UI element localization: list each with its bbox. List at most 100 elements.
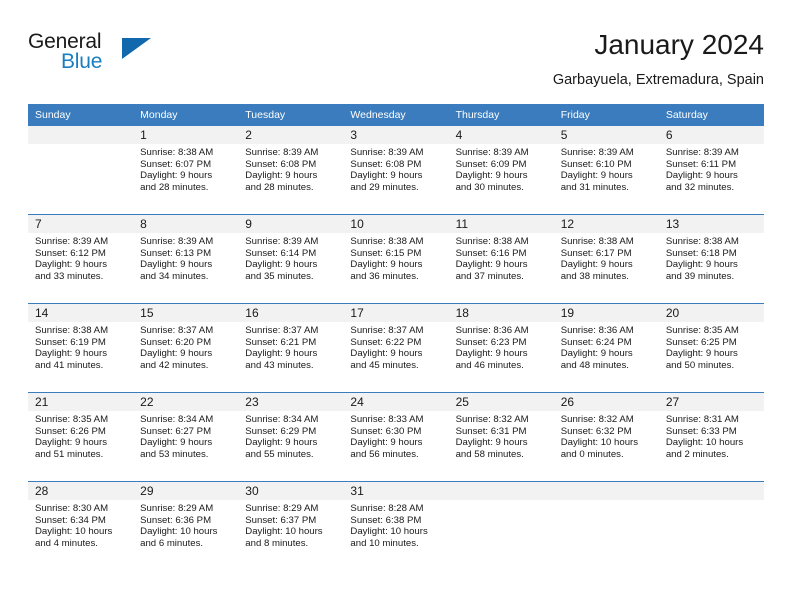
day-detail-daylight1: Daylight: 9 hours — [350, 348, 423, 360]
calendar-day-cell[interactable]: 30 Sunrise: 8:29 AM Sunset: 6:37 PM Dayligh… — [238, 481, 344, 570]
page-subtitle: Garbayuela, Extremadura, Spain — [552, 72, 764, 88]
calendar-day-cell[interactable]: 16 Sunrise: 8:37 AM Sunset: 6:21 PM Dayligh… — [238, 303, 344, 393]
day-detail-daylight2: and 53 minutes. — [140, 448, 209, 460]
day-detail-daylight2: and 48 minutes. — [560, 359, 629, 371]
calendar-day-cell[interactable]: 21 Sunrise: 8:35 AM Sunset: 6:26 PM Dayligh… — [28, 392, 134, 482]
calendar-day-cell[interactable]: 18 Sunrise: 8:36 AM Sunset: 6:23 PM Dayligh… — [448, 303, 554, 393]
calendar-day-cell[interactable]: 1 Sunrise: 8:38 AM Sunset: 6:07 PM Daylight… — [133, 126, 239, 215]
day-number — [28, 126, 134, 144]
day-details: Sunrise: 8:38 AM Sunset: 6:16 PM Daylight:… — [449, 233, 554, 282]
calendar-day-cell[interactable]: 28 Sunrise: 8:30 AM Sunset: 6:34 PM Dayligh… — [28, 481, 134, 570]
general-blue-logo[interactable]: General Blue — [28, 30, 158, 82]
day-cell-inner: 4 Sunrise: 8:39 AM Sunset: 6:09 PM Daylight… — [448, 126, 554, 214]
day-details: Sunrise: 8:39 AM Sunset: 6:08 PM Daylight:… — [238, 144, 343, 193]
day-detail-sunrise: Sunrise: 8:38 AM — [665, 236, 739, 247]
calendar-day-cell[interactable]: 26 Sunrise: 8:32 AM Sunset: 6:32 PM Dayligh… — [553, 392, 659, 482]
day-detail-sunset: Sunset: 6:37 PM — [245, 514, 317, 526]
day-detail-sunset: Sunset: 6:29 PM — [245, 425, 317, 437]
calendar-day-cell[interactable]: 5 Sunrise: 8:39 AM Sunset: 6:10 PM Daylight… — [553, 126, 659, 215]
calendar-day-cell[interactable]: 17 Sunrise: 8:37 AM Sunset: 6:22 PM Dayligh… — [343, 303, 449, 393]
day-number — [658, 482, 764, 500]
day-detail-sunrise: Sunrise: 8:39 AM — [665, 147, 739, 158]
day-number: 6 — [658, 126, 764, 144]
day-detail-daylight2: and 6 minutes. — [140, 537, 204, 549]
calendar-day-cell[interactable]: 29 Sunrise: 8:29 AM Sunset: 6:36 PM Dayligh… — [133, 481, 239, 570]
day-cell-inner — [448, 482, 554, 570]
day-detail-daylight2: and 58 minutes. — [455, 448, 524, 460]
day-details: Sunrise: 8:35 AM Sunset: 6:25 PM Daylight:… — [659, 322, 764, 371]
day-details: Sunrise: 8:39 AM Sunset: 6:10 PM Daylight:… — [554, 144, 659, 193]
calendar-day-cell[interactable]: 15 Sunrise: 8:37 AM Sunset: 6:20 PM Dayligh… — [133, 303, 239, 393]
calendar-day-cell[interactable]: 6 Sunrise: 8:39 AM Sunset: 6:11 PM Daylight… — [658, 126, 764, 215]
calendar-day-cell[interactable]: 22 Sunrise: 8:34 AM Sunset: 6:27 PM Dayligh… — [133, 392, 239, 482]
day-cell-inner: 16 Sunrise: 8:37 AM Sunset: 6:21 PM Dayligh… — [238, 304, 344, 392]
day-cell-inner: 1 Sunrise: 8:38 AM Sunset: 6:07 PM Daylight… — [133, 126, 239, 214]
day-number: 28 — [28, 482, 134, 500]
day-cell-inner: 19 Sunrise: 8:36 AM Sunset: 6:24 PM Dayligh… — [553, 304, 659, 392]
day-details: Sunrise: 8:30 AM Sunset: 6:34 PM Daylight:… — [28, 500, 133, 549]
calendar-day-cell[interactable]: 25 Sunrise: 8:32 AM Sunset: 6:31 PM Dayligh… — [448, 392, 554, 482]
calendar-day-cell — [553, 481, 659, 570]
day-detail-sunrise: Sunrise: 8:38 AM — [560, 236, 634, 247]
day-details: Sunrise: 8:32 AM Sunset: 6:31 PM Daylight:… — [449, 411, 554, 460]
weekday-header-wednesday: Wednesday — [343, 104, 449, 126]
day-number: 2 — [238, 126, 344, 144]
day-cell-inner: 14 Sunrise: 8:38 AM Sunset: 6:19 PM Dayligh… — [28, 304, 134, 392]
day-number: 27 — [658, 393, 764, 411]
calendar-day-cell[interactable]: 14 Sunrise: 8:38 AM Sunset: 6:19 PM Dayligh… — [28, 303, 134, 393]
day-detail-sunset: Sunset: 6:25 PM — [665, 336, 737, 348]
day-details: Sunrise: 8:39 AM Sunset: 6:14 PM Daylight:… — [238, 233, 343, 282]
day-detail-daylight2: and 55 minutes. — [245, 448, 314, 460]
day-detail-sunset: Sunset: 6:20 PM — [140, 336, 212, 348]
calendar-day-cell[interactable]: 24 Sunrise: 8:33 AM Sunset: 6:30 PM Dayligh… — [343, 392, 449, 482]
day-detail-daylight1: Daylight: 9 hours — [455, 170, 528, 182]
calendar-day-cell[interactable]: 10 Sunrise: 8:38 AM Sunset: 6:15 PM Dayligh… — [343, 214, 449, 304]
day-detail-daylight2: and 46 minutes. — [455, 359, 524, 371]
day-detail-sunset: Sunset: 6:26 PM — [35, 425, 106, 437]
calendar-day-cell[interactable]: 27 Sunrise: 8:31 AM Sunset: 6:33 PM Dayligh… — [658, 392, 764, 482]
day-detail-daylight2: and 45 minutes. — [350, 359, 419, 371]
day-detail-daylight2: and 43 minutes. — [245, 359, 314, 371]
calendar-day-cell[interactable]: 11 Sunrise: 8:38 AM Sunset: 6:16 PM Dayligh… — [448, 214, 554, 304]
day-number: 30 — [238, 482, 344, 500]
calendar-day-cell[interactable]: 31 Sunrise: 8:28 AM Sunset: 6:38 PM Dayligh… — [343, 481, 449, 570]
calendar-day-cell[interactable]: 7 Sunrise: 8:39 AM Sunset: 6:12 PM Daylight… — [28, 214, 134, 304]
day-number — [553, 482, 659, 500]
calendar-day-cell[interactable]: 2 Sunrise: 8:39 AM Sunset: 6:08 PM Daylight… — [238, 126, 344, 215]
day-detail-daylight2: and 33 minutes. — [35, 270, 104, 282]
day-cell-inner: 27 Sunrise: 8:31 AM Sunset: 6:33 PM Dayligh… — [658, 393, 764, 481]
day-detail-sunrise: Sunrise: 8:33 AM — [350, 414, 424, 425]
calendar-day-cell[interactable]: 4 Sunrise: 8:39 AM Sunset: 6:09 PM Daylight… — [448, 126, 554, 215]
day-details: Sunrise: 8:29 AM Sunset: 6:37 PM Daylight:… — [238, 500, 343, 549]
day-detail-sunset: Sunset: 6:07 PM — [140, 158, 212, 170]
day-details: Sunrise: 8:38 AM Sunset: 6:19 PM Daylight:… — [28, 322, 133, 371]
day-detail-sunrise: Sunrise: 8:39 AM — [245, 147, 319, 158]
day-detail-sunset: Sunset: 6:23 PM — [455, 336, 527, 348]
day-details: Sunrise: 8:39 AM Sunset: 6:08 PM Daylight:… — [343, 144, 448, 193]
day-detail-daylight1: Daylight: 9 hours — [140, 437, 213, 449]
calendar-day-cell[interactable]: 12 Sunrise: 8:38 AM Sunset: 6:17 PM Dayligh… — [553, 214, 659, 304]
calendar-day-cell[interactable]: 23 Sunrise: 8:34 AM Sunset: 6:29 PM Dayligh… — [238, 392, 344, 482]
day-detail-sunset: Sunset: 6:24 PM — [560, 336, 632, 348]
day-detail-daylight1: Daylight: 9 hours — [665, 348, 738, 360]
day-detail-daylight1: Daylight: 9 hours — [35, 348, 107, 360]
calendar-day-cell[interactable]: 8 Sunrise: 8:39 AM Sunset: 6:13 PM Daylight… — [133, 214, 239, 304]
day-detail-sunset: Sunset: 6:27 PM — [140, 425, 212, 437]
day-cell-inner — [658, 482, 764, 570]
calendar-day-cell[interactable]: 20 Sunrise: 8:35 AM Sunset: 6:25 PM Dayligh… — [658, 303, 764, 393]
day-cell-inner: 25 Sunrise: 8:32 AM Sunset: 6:31 PM Dayligh… — [448, 393, 554, 481]
calendar-day-cell[interactable]: 19 Sunrise: 8:36 AM Sunset: 6:24 PM Dayligh… — [553, 303, 659, 393]
calendar-day-cell[interactable]: 13 Sunrise: 8:38 AM Sunset: 6:18 PM Dayligh… — [658, 214, 764, 304]
calendar-day-cell[interactable]: 9 Sunrise: 8:39 AM Sunset: 6:14 PM Daylight… — [238, 214, 344, 304]
calendar-day-cell[interactable]: 3 Sunrise: 8:39 AM Sunset: 6:08 PM Daylight… — [343, 126, 449, 215]
day-cell-inner: 12 Sunrise: 8:38 AM Sunset: 6:17 PM Dayligh… — [553, 215, 659, 303]
day-number: 3 — [343, 126, 449, 144]
day-detail-sunrise: Sunrise: 8:37 AM — [350, 325, 424, 336]
day-detail-sunset: Sunset: 6:21 PM — [245, 336, 317, 348]
day-number: 29 — [133, 482, 239, 500]
day-detail-daylight2: and 34 minutes. — [140, 270, 209, 282]
day-detail-daylight1: Daylight: 9 hours — [245, 259, 318, 271]
day-details: Sunrise: 8:35 AM Sunset: 6:26 PM Daylight:… — [28, 411, 133, 460]
day-number: 21 — [28, 393, 134, 411]
day-detail-sunset: Sunset: 6:33 PM — [665, 425, 737, 437]
